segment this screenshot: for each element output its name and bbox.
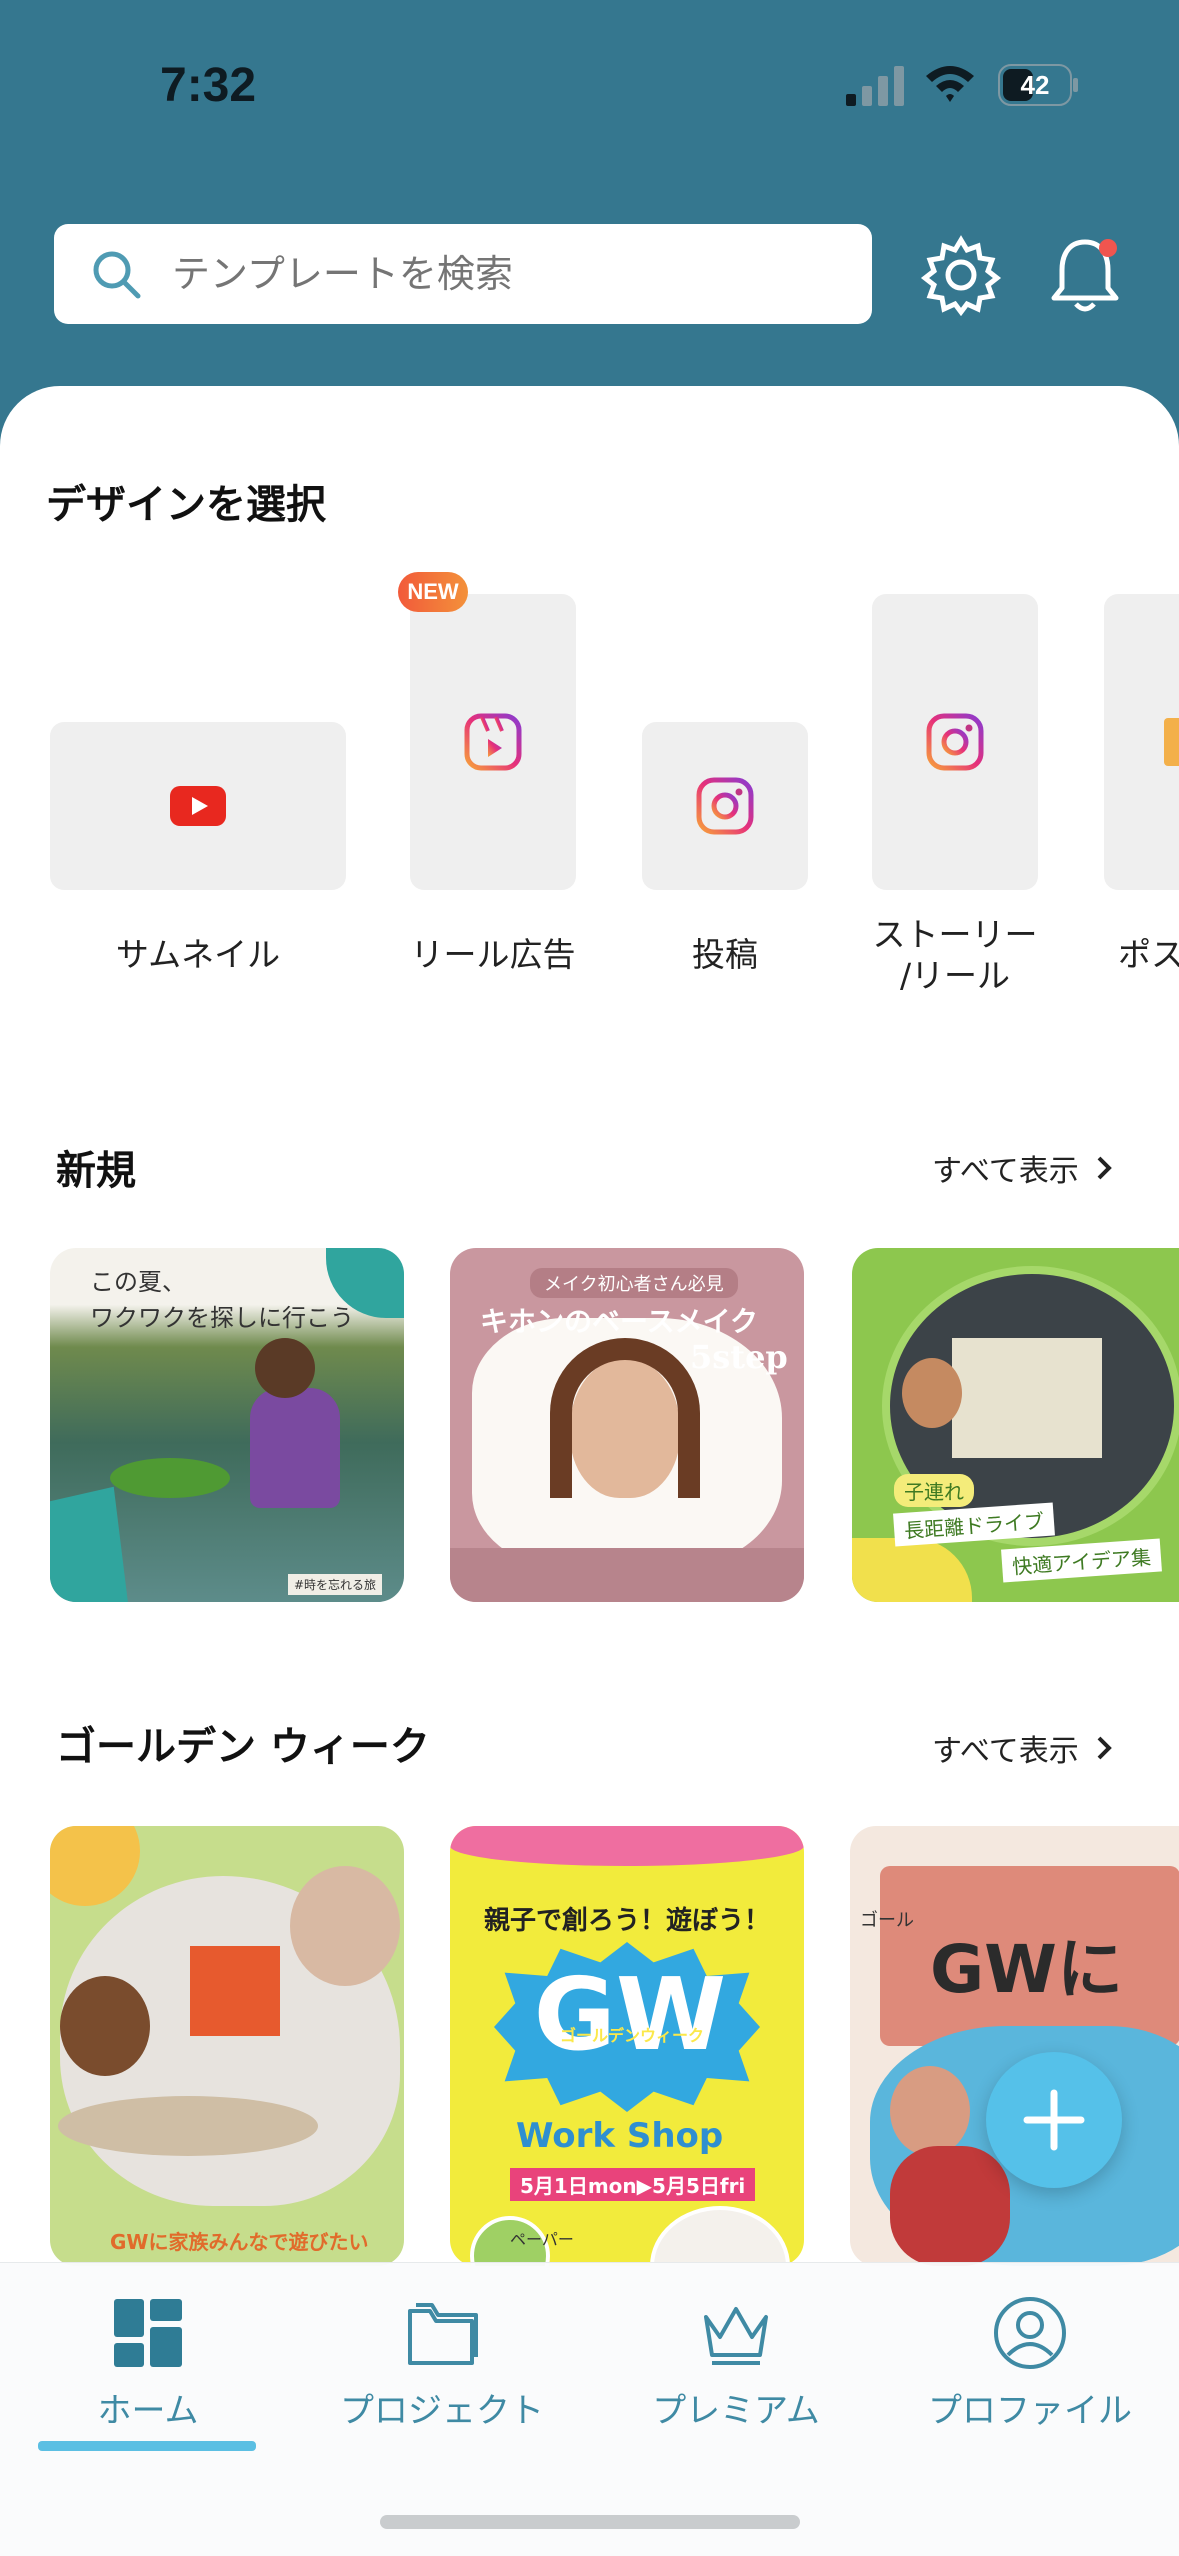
- card-top-tag: メイク初心者さん必見: [530, 1268, 738, 1298]
- design-reel-ad-label: リール広告: [410, 935, 576, 974]
- create-fab-button[interactable]: [986, 2052, 1122, 2188]
- new-badge: NEW: [398, 572, 468, 612]
- template-card-gw-workshop[interactable]: 親子で創ろう！遊ぼう！ GW ゴールデンウィーク Work Shop 5月1日m…: [450, 1826, 804, 2266]
- card-headline: 親子で創ろう！遊ぼう！: [484, 1906, 771, 1936]
- design-story-label: ストーリー /リール: [872, 915, 1038, 996]
- folder-icon: [408, 2303, 478, 2365]
- design-thumbnail-label: サムネイル: [115, 935, 281, 974]
- card-caption: GWに家族みんなで遊びたい: [110, 2230, 369, 2254]
- card-workshop: Work Shop: [516, 2116, 724, 2156]
- chevron-right-icon: [1097, 1736, 1112, 1760]
- bottom-tab-bar: ホーム プロジェクト プレミアム プロファイル: [0, 2262, 1179, 2556]
- card-line1: この夏、: [90, 1268, 186, 1296]
- instagram-icon: [696, 777, 754, 835]
- new-section-title: 新規: [56, 1148, 136, 1194]
- tab-profile[interactable]: プロファイル: [910, 2293, 1150, 2432]
- gw-see-all-label: すべて表示: [932, 1734, 1079, 1769]
- card-paper: ペーパー: [510, 2230, 574, 2249]
- card-line2: ワクワクを探しに行こう: [90, 1304, 354, 1332]
- template-card-base-makeup[interactable]: メイク初心者さん必見 キホンのベースメイク 5step: [450, 1248, 804, 1602]
- home-icon: [114, 2299, 182, 2367]
- tab-premium[interactable]: プレミアム: [616, 2293, 856, 2432]
- template-card-long-drive[interactable]: 子連れ 長距離ドライブ 快適アイデア集: [852, 1248, 1179, 1602]
- profile-icon: [994, 2297, 1066, 2369]
- tab-home-label: ホーム: [97, 2391, 199, 2431]
- template-card-summer-trip[interactable]: この夏、 ワクワクを探しに行こう #時を忘れる旅: [50, 1248, 404, 1602]
- settings-gear-icon[interactable]: [920, 234, 1002, 316]
- reels-icon: [464, 713, 522, 771]
- plus-icon: [1023, 2089, 1085, 2151]
- card-tag: #時を忘れる旅: [288, 1574, 383, 1595]
- gw-section-title: ゴールデン ウィーク: [56, 1724, 430, 1770]
- design-post-label: 投稿: [692, 935, 758, 974]
- main-content: デザインを選択 サムネイル NEW リール広告 投稿 ストーリー /リール ポス…: [0, 386, 1179, 2556]
- search-input[interactable]: [172, 252, 812, 296]
- search-icon: [93, 251, 141, 299]
- home-indicator: [380, 2515, 800, 2529]
- new-see-all-link[interactable]: すべて表示: [932, 1146, 1115, 1190]
- card-tag1: 子連れ: [894, 1474, 974, 1507]
- card-step: 5step: [690, 1338, 788, 1376]
- card-title: キホンのベースメイク: [480, 1305, 759, 1338]
- battery-indicator: 42: [998, 64, 1080, 106]
- tab-premium-label: プレミアム: [652, 2391, 820, 2431]
- gw-see-all-link[interactable]: すべて表示: [932, 1726, 1115, 1770]
- tab-home[interactable]: ホーム: [28, 2293, 268, 2432]
- youtube-icon: [170, 786, 226, 826]
- design-poster-label: ポス: [1118, 935, 1179, 974]
- tab-project[interactable]: プロジェクト: [322, 2293, 562, 2432]
- design-reel-ad-tile[interactable]: [410, 594, 576, 890]
- template-card-gw-trip[interactable]: ゴール GWに: [850, 1826, 1179, 2266]
- template-card-gw-family[interactable]: GWに家族みんなで遊びたい: [50, 1826, 404, 2266]
- card-sub: ゴールデンウィーク: [560, 2026, 705, 2045]
- card-small: ゴール: [860, 1910, 914, 1931]
- crown-icon: [704, 2307, 768, 2365]
- status-time: 7:32: [160, 59, 257, 112]
- card-dates: 5月1日mon▶5月5日fri: [510, 2168, 756, 2201]
- search-bar[interactable]: [54, 224, 872, 324]
- poster-icon: [1164, 718, 1179, 766]
- battery-level: 42: [1021, 70, 1050, 100]
- card-big: GWに: [930, 1931, 1123, 2008]
- tab-profile-label: プロファイル: [928, 2391, 1132, 2431]
- design-poster-tile[interactable]: [1104, 594, 1179, 890]
- instagram-icon: [926, 713, 984, 771]
- new-see-all-label: すべて表示: [932, 1154, 1079, 1189]
- design-story-tile[interactable]: [872, 594, 1038, 890]
- wifi-icon: [926, 66, 974, 102]
- design-section-title: デザインを選択: [46, 482, 326, 528]
- active-tab-indicator: [38, 2441, 256, 2451]
- design-post-tile[interactable]: [642, 722, 808, 890]
- cellular-signal-icon: [846, 66, 904, 106]
- chevron-right-icon: [1097, 1156, 1112, 1180]
- notification-bell-icon[interactable]: [1044, 232, 1126, 318]
- design-thumbnail-tile[interactable]: [50, 722, 346, 890]
- tab-project-label: プロジェクト: [340, 2391, 544, 2431]
- card-big-gw: GW: [533, 1956, 727, 2073]
